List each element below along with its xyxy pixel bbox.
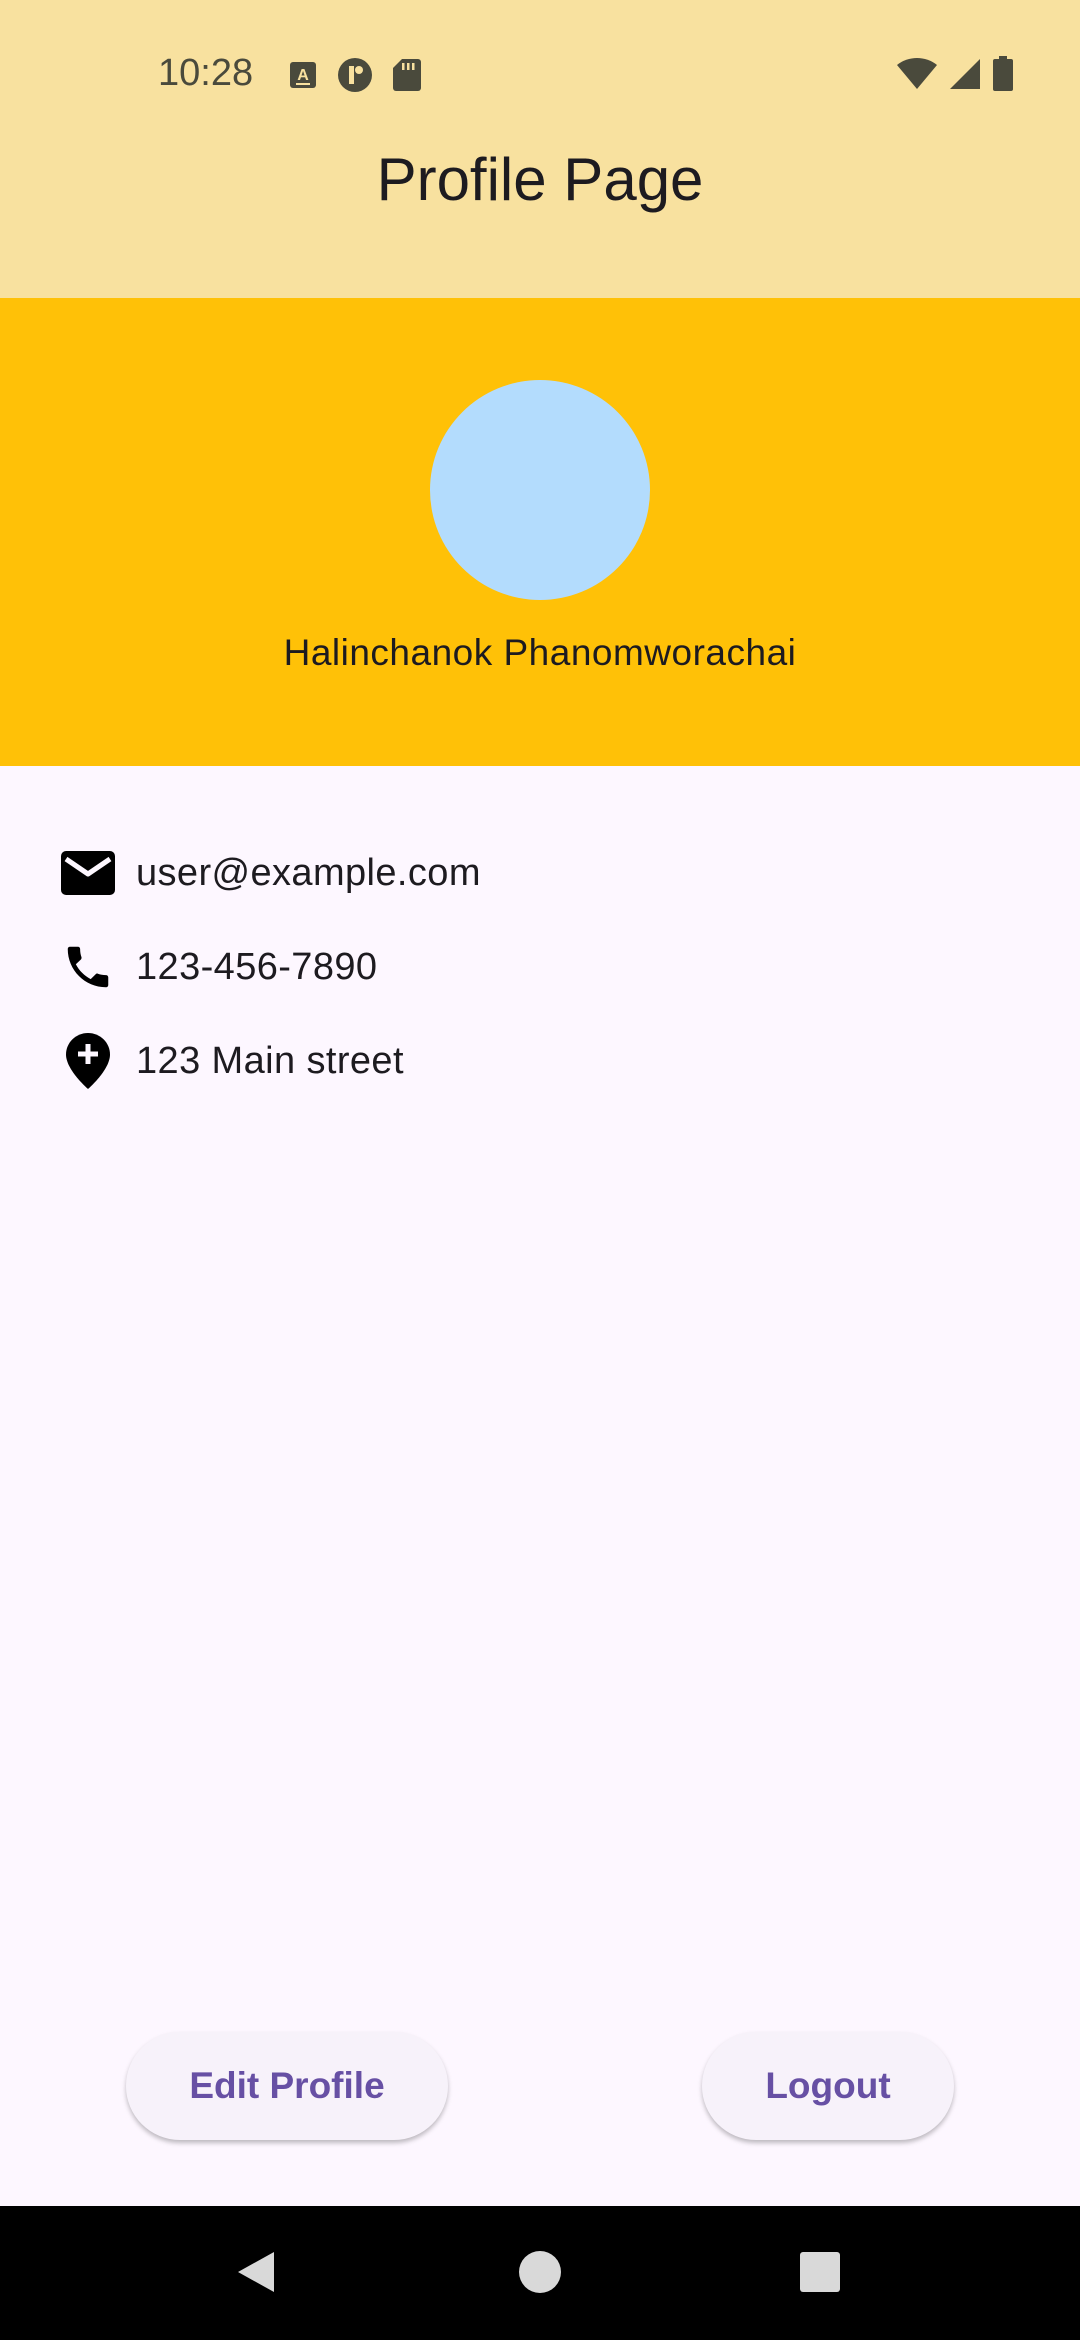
address-row: 123 Main street <box>58 1014 481 1108</box>
app-badge-icon <box>338 58 372 92</box>
address-text: 123 Main street <box>136 1039 404 1082</box>
home-icon[interactable] <box>510 2242 570 2302</box>
phone-text: 123-456-7890 <box>136 945 378 988</box>
svg-text:A: A <box>297 67 309 84</box>
add-location-icon <box>58 1031 118 1091</box>
keyboard-icon: A <box>290 62 316 88</box>
battery-icon <box>993 56 1013 91</box>
page-title: Profile Page <box>376 146 704 213</box>
email-text: user@example.com <box>136 851 481 894</box>
status-icons-left: A <box>288 56 422 94</box>
status-time: 10:28 <box>158 52 254 94</box>
status-icons-right <box>896 56 1014 92</box>
edit-profile-button[interactable]: Edit Profile <box>126 2032 448 2140</box>
signal-icon <box>950 59 980 89</box>
user-name: Halinchanok Phanomworachai <box>283 632 797 673</box>
sd-card-icon <box>393 59 421 91</box>
mail-icon <box>58 843 118 903</box>
system-nav-bar <box>0 2206 1080 2340</box>
email-row: user@example.com <box>58 826 481 920</box>
app-bar: 10:28 A Profile Page <box>0 0 1080 298</box>
wifi-icon <box>897 57 937 89</box>
phone-row: 123-456-7890 <box>58 920 481 1014</box>
avatar <box>430 380 650 600</box>
logout-button[interactable]: Logout <box>702 2032 954 2140</box>
profile-header: Halinchanok Phanomworachai <box>0 298 1080 766</box>
recents-icon[interactable] <box>790 2242 850 2302</box>
contact-info-list: user@example.com 123-456-7890 123 Main s… <box>58 826 481 1108</box>
phone-icon <box>58 937 118 997</box>
profile-screen: 10:28 A Profile Page Halinchanok Phanomw… <box>0 0 1080 2340</box>
back-icon[interactable] <box>226 2242 286 2302</box>
